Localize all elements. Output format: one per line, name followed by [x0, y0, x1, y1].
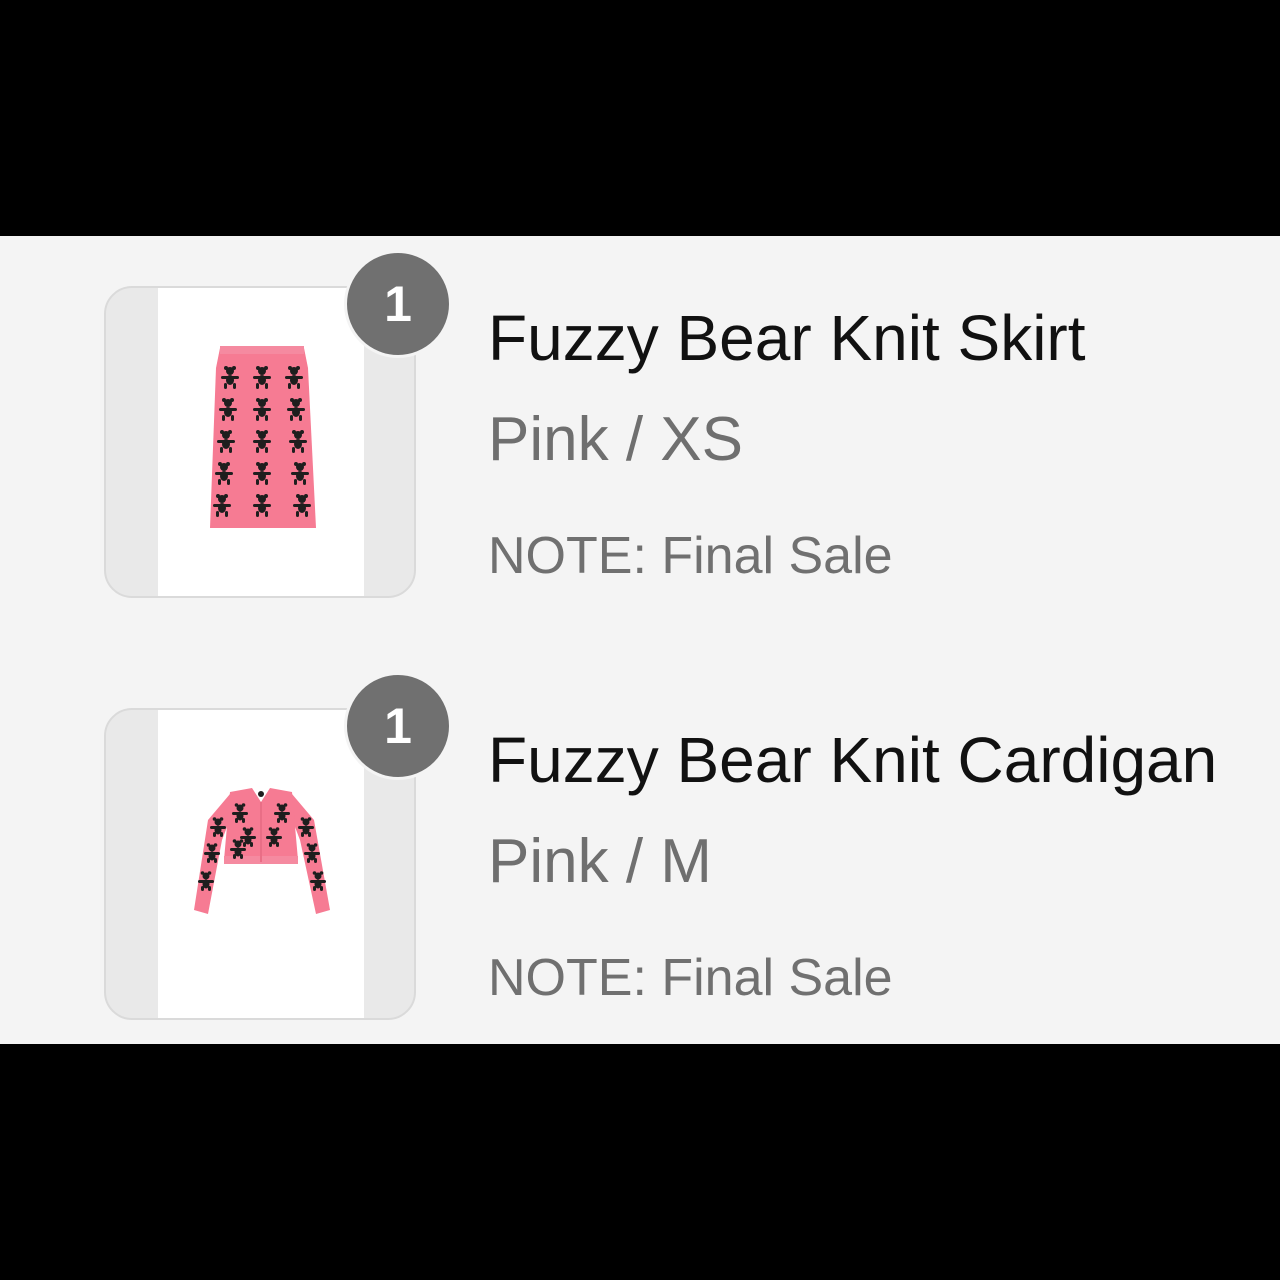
- product-note: NOTE: Final Sale: [488, 949, 893, 1007]
- cardigan-image: [158, 710, 364, 1018]
- product-variant: Pink / XS: [488, 405, 743, 474]
- cardigan-illustration: [194, 788, 330, 914]
- order-item[interactable]: 1 Fuzzy Bear Knit Skirt Pink / XS NOTE: …: [0, 250, 1280, 598]
- order-item[interactable]: 1 Fuzzy Bear Knit Cardigan Pink / M NOTE…: [0, 672, 1280, 1020]
- quantity-badge: 1: [344, 672, 452, 780]
- product-title[interactable]: Fuzzy Bear Knit Skirt: [488, 300, 1086, 376]
- quantity-badge: 1: [344, 250, 452, 358]
- product-variant: Pink / M: [488, 827, 712, 896]
- product-title[interactable]: Fuzzy Bear Knit Cardigan: [488, 722, 1217, 798]
- order-items-list: 1 Fuzzy Bear Knit Skirt Pink / XS NOTE: …: [0, 236, 1280, 1044]
- product-note: NOTE: Final Sale: [488, 527, 893, 585]
- screenshot-frame: 1 Fuzzy Bear Knit Skirt Pink / XS NOTE: …: [0, 0, 1280, 1280]
- skirt-image: [158, 288, 364, 596]
- skirt-illustration: [210, 346, 316, 528]
